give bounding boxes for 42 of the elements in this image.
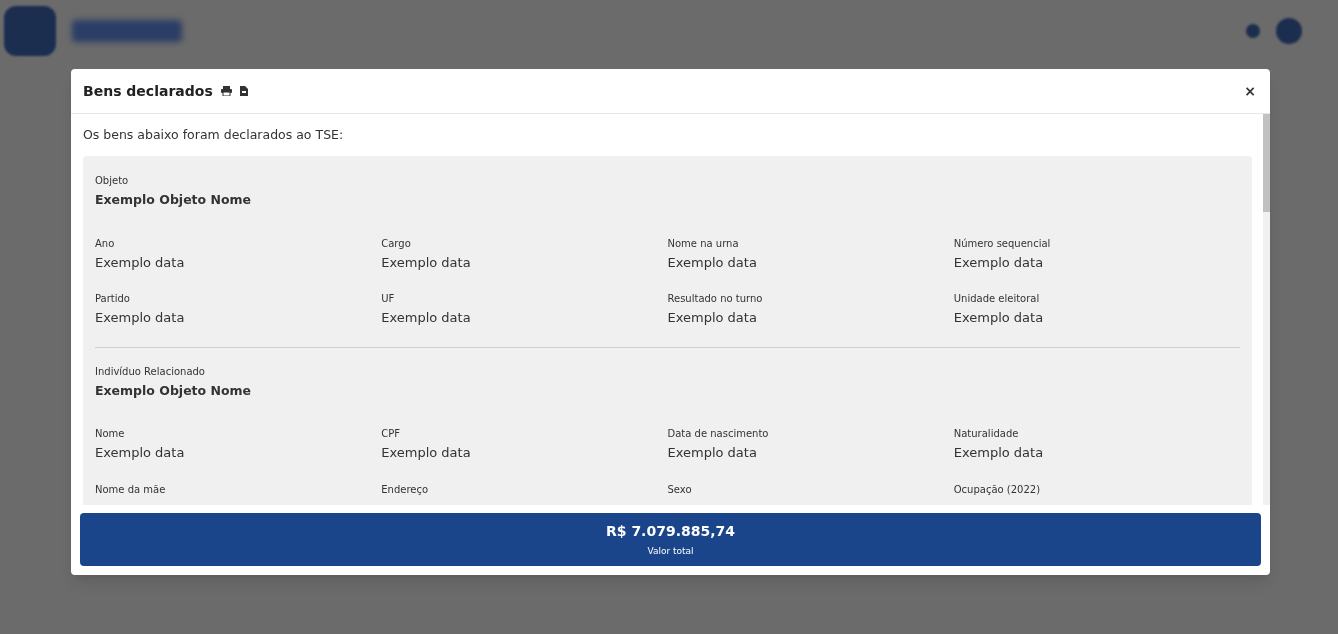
scrollbar[interactable]: [1263, 114, 1270, 505]
field-label: UF: [381, 292, 396, 306]
field-value: Exemplo data: [667, 253, 758, 272]
field-label: Nome da mãe: [95, 482, 167, 497]
app-logo-block: [4, 6, 56, 56]
field-label: Data de nascimento: [667, 427, 770, 442]
field-label: Resultado no turno: [667, 292, 764, 306]
print-icon[interactable]: [220, 86, 232, 96]
intro-text: Os bens abaixo foram declarados ao TSE:: [83, 126, 345, 144]
field-value: Exemplo data: [953, 253, 1045, 272]
close-button[interactable]: ×: [1244, 80, 1256, 102]
field-label: Ocupação (2022): [953, 482, 1042, 497]
section-name: Exemplo Objeto Nome: [95, 381, 253, 400]
field-label: Unidade eleitoral: [953, 292, 1041, 306]
field-label: Naturalidade: [953, 427, 1020, 442]
total-caption: Valor total: [647, 544, 694, 558]
field-value: Exemplo data: [953, 444, 1045, 463]
field-label: Ano: [95, 236, 116, 251]
field-value: Exemplo data: [381, 309, 472, 327]
field-value: Exemplo data: [95, 253, 186, 272]
section-name: Exemplo Objeto Nome: [95, 190, 253, 209]
blurred-avatar: [1276, 18, 1302, 44]
field-value: Exemplo data: [95, 444, 186, 463]
field-label: Partido: [95, 292, 131, 306]
file-icon[interactable]: [239, 86, 248, 96]
modal-title: Bens declarados: [83, 81, 213, 101]
section-label: Indivíduo Relacionado: [95, 364, 206, 379]
field-label: Nome na urna: [667, 236, 740, 251]
section-label: Objeto: [95, 173, 130, 188]
field-label: CPF: [381, 427, 401, 442]
field-label: Número sequencial: [953, 236, 1052, 251]
total-amount: R$ 7.079.885,74: [606, 521, 735, 541]
field-value: Exemplo data: [95, 309, 186, 327]
field-label: Endereço: [381, 482, 430, 497]
field-value: Exemplo data: [667, 444, 758, 463]
field-value: Exemplo data: [381, 444, 472, 463]
field-value: Exemplo data: [953, 309, 1045, 327]
field-value: Exemplo data: [667, 309, 758, 327]
field-label: Cargo: [381, 236, 412, 251]
field-value: Exemplo data: [381, 253, 472, 272]
field-label: Sexo: [667, 482, 693, 497]
field-label: Nome: [95, 427, 126, 442]
